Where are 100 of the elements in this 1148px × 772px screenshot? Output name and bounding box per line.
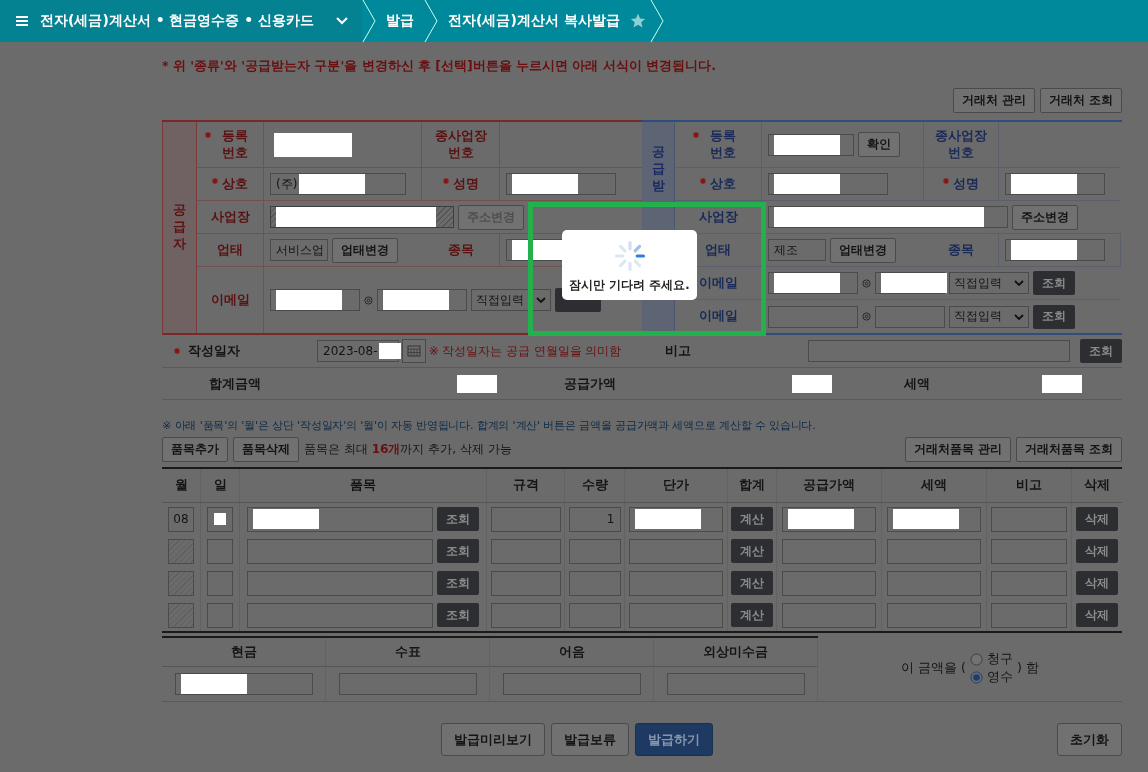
lookup-button[interactable]: 조회: [437, 539, 479, 563]
day-field[interactable]: [207, 538, 233, 564]
calculate-button[interactable]: 계산: [731, 507, 773, 531]
column-header: 월: [162, 469, 201, 502]
action-button[interactable]: 발급보류: [550, 723, 629, 756]
confirm-button[interactable]: 확인: [858, 132, 900, 157]
calculate-button[interactable]: 계산: [731, 571, 773, 595]
spec-field[interactable]: [490, 570, 561, 596]
month-field[interactable]: 08: [168, 506, 194, 532]
input-field[interactable]: [768, 133, 854, 156]
quantity-field[interactable]: [568, 570, 621, 596]
supply-amount-field[interactable]: [782, 538, 876, 564]
business-change-button[interactable]: 업태변경: [830, 237, 896, 263]
address-field[interactable]: [768, 206, 1008, 228]
item-name-field[interactable]: [247, 538, 433, 564]
field-label: 작성일자: [162, 342, 317, 360]
domain-select[interactable]: 직접입력: [949, 305, 1029, 328]
date-field[interactable]: 2023-08-: [317, 340, 399, 362]
item-name-field[interactable]: [247, 506, 433, 532]
delete-button[interactable]: 삭제: [1076, 507, 1118, 531]
partner-item-button[interactable]: 거래처품목 조회: [1015, 437, 1122, 462]
menu-icon[interactable]: [16, 16, 28, 26]
tax-field[interactable]: [887, 506, 981, 532]
remark-field[interactable]: [808, 340, 1070, 362]
domain-select[interactable]: 직접입력: [471, 289, 551, 311]
tax-field[interactable]: [887, 570, 981, 596]
radio-option[interactable]: 영수: [970, 669, 1013, 686]
item-button[interactable]: 품목추가: [162, 437, 228, 462]
spec-field[interactable]: [490, 538, 561, 564]
address-change-button[interactable]: 주소변경: [1012, 204, 1078, 230]
calculate-button[interactable]: 계산: [731, 539, 773, 563]
remark-field[interactable]: [991, 538, 1067, 564]
unit-price-field[interactable]: [629, 602, 723, 628]
delete-button[interactable]: 삭제: [1076, 571, 1118, 595]
lookup-button[interactable]: 조회: [437, 603, 479, 627]
domain-field[interactable]: [377, 289, 467, 311]
amount-field[interactable]: [174, 673, 313, 695]
input-field[interactable]: (주): [270, 173, 406, 195]
amount-field[interactable]: [338, 673, 477, 695]
calendar-icon[interactable]: [402, 339, 426, 363]
tax-field[interactable]: [887, 538, 981, 564]
business-change-button[interactable]: 업태변경: [332, 237, 398, 263]
domain-field[interactable]: [875, 305, 945, 328]
supply-amount-field[interactable]: [782, 506, 876, 532]
amount-field[interactable]: [502, 673, 641, 695]
breadcrumb-link[interactable]: 발급: [376, 12, 424, 30]
lookup-button[interactable]: 조회: [1080, 339, 1122, 363]
field-label: 종목: [924, 234, 999, 267]
partner-button[interactable]: 거래처 조회: [1039, 88, 1122, 113]
calculate-button[interactable]: 계산: [731, 603, 773, 627]
radio-icon[interactable]: [970, 653, 983, 666]
input-field[interactable]: 제조: [768, 239, 826, 261]
lookup-button[interactable]: 조회: [437, 507, 479, 531]
radio-option[interactable]: 청구: [970, 651, 1013, 668]
spec-field[interactable]: [490, 506, 561, 532]
quantity-field[interactable]: [568, 538, 621, 564]
lookup-button[interactable]: 조회: [437, 571, 479, 595]
email-field[interactable]: [270, 289, 360, 311]
quantity-field[interactable]: [568, 602, 621, 628]
input-field[interactable]: [768, 173, 888, 195]
domain-select[interactable]: 직접입력: [949, 272, 1029, 294]
tax-field[interactable]: [887, 602, 981, 628]
delete-button[interactable]: 삭제: [1076, 603, 1118, 627]
star-icon[interactable]: [629, 13, 646, 29]
input-field[interactable]: [506, 173, 616, 195]
day-field[interactable]: [207, 506, 233, 532]
item-name-field[interactable]: [247, 570, 433, 596]
item-button[interactable]: 품목삭제: [233, 437, 299, 462]
partner-button[interactable]: 거래처 관리: [952, 88, 1035, 113]
input-field[interactable]: [1005, 239, 1105, 261]
unit-price-field[interactable]: [629, 506, 723, 532]
remark-field[interactable]: [991, 506, 1067, 532]
partner-item-button[interactable]: 거래처품목 관리: [904, 437, 1011, 462]
radio-icon[interactable]: [970, 671, 983, 684]
supply-amount-field[interactable]: [782, 570, 876, 596]
unit-price-field[interactable]: [629, 570, 723, 596]
input-field[interactable]: [1005, 173, 1105, 195]
breadcrumb-link[interactable]: 전자(세금)계산서 복사발급: [438, 12, 630, 30]
supply-amount-field[interactable]: [782, 602, 876, 628]
email-field[interactable]: [768, 305, 858, 328]
remark-field[interactable]: [991, 602, 1067, 628]
domain-field[interactable]: [875, 272, 945, 294]
delete-button[interactable]: 삭제: [1076, 539, 1118, 563]
input-field[interactable]: 서비스업: [270, 239, 328, 261]
field-label: 성명: [924, 168, 999, 201]
email-field[interactable]: [768, 272, 858, 294]
item-name-field[interactable]: [247, 602, 433, 628]
lookup-button[interactable]: 조회: [1033, 304, 1075, 329]
reset-button[interactable]: 초기화: [1057, 723, 1122, 756]
spec-field[interactable]: [490, 602, 561, 628]
quantity-field[interactable]: 1: [568, 506, 621, 532]
action-button[interactable]: 발급하기: [634, 723, 713, 756]
day-field[interactable]: [207, 602, 233, 628]
action-button[interactable]: 발급미리보기: [440, 723, 545, 756]
chevron-down-icon[interactable]: [336, 17, 348, 25]
amount-field[interactable]: [666, 673, 805, 695]
remark-field[interactable]: [991, 570, 1067, 596]
unit-price-field[interactable]: [629, 538, 723, 564]
lookup-button[interactable]: 조회: [1033, 271, 1075, 295]
day-field[interactable]: [207, 570, 233, 596]
